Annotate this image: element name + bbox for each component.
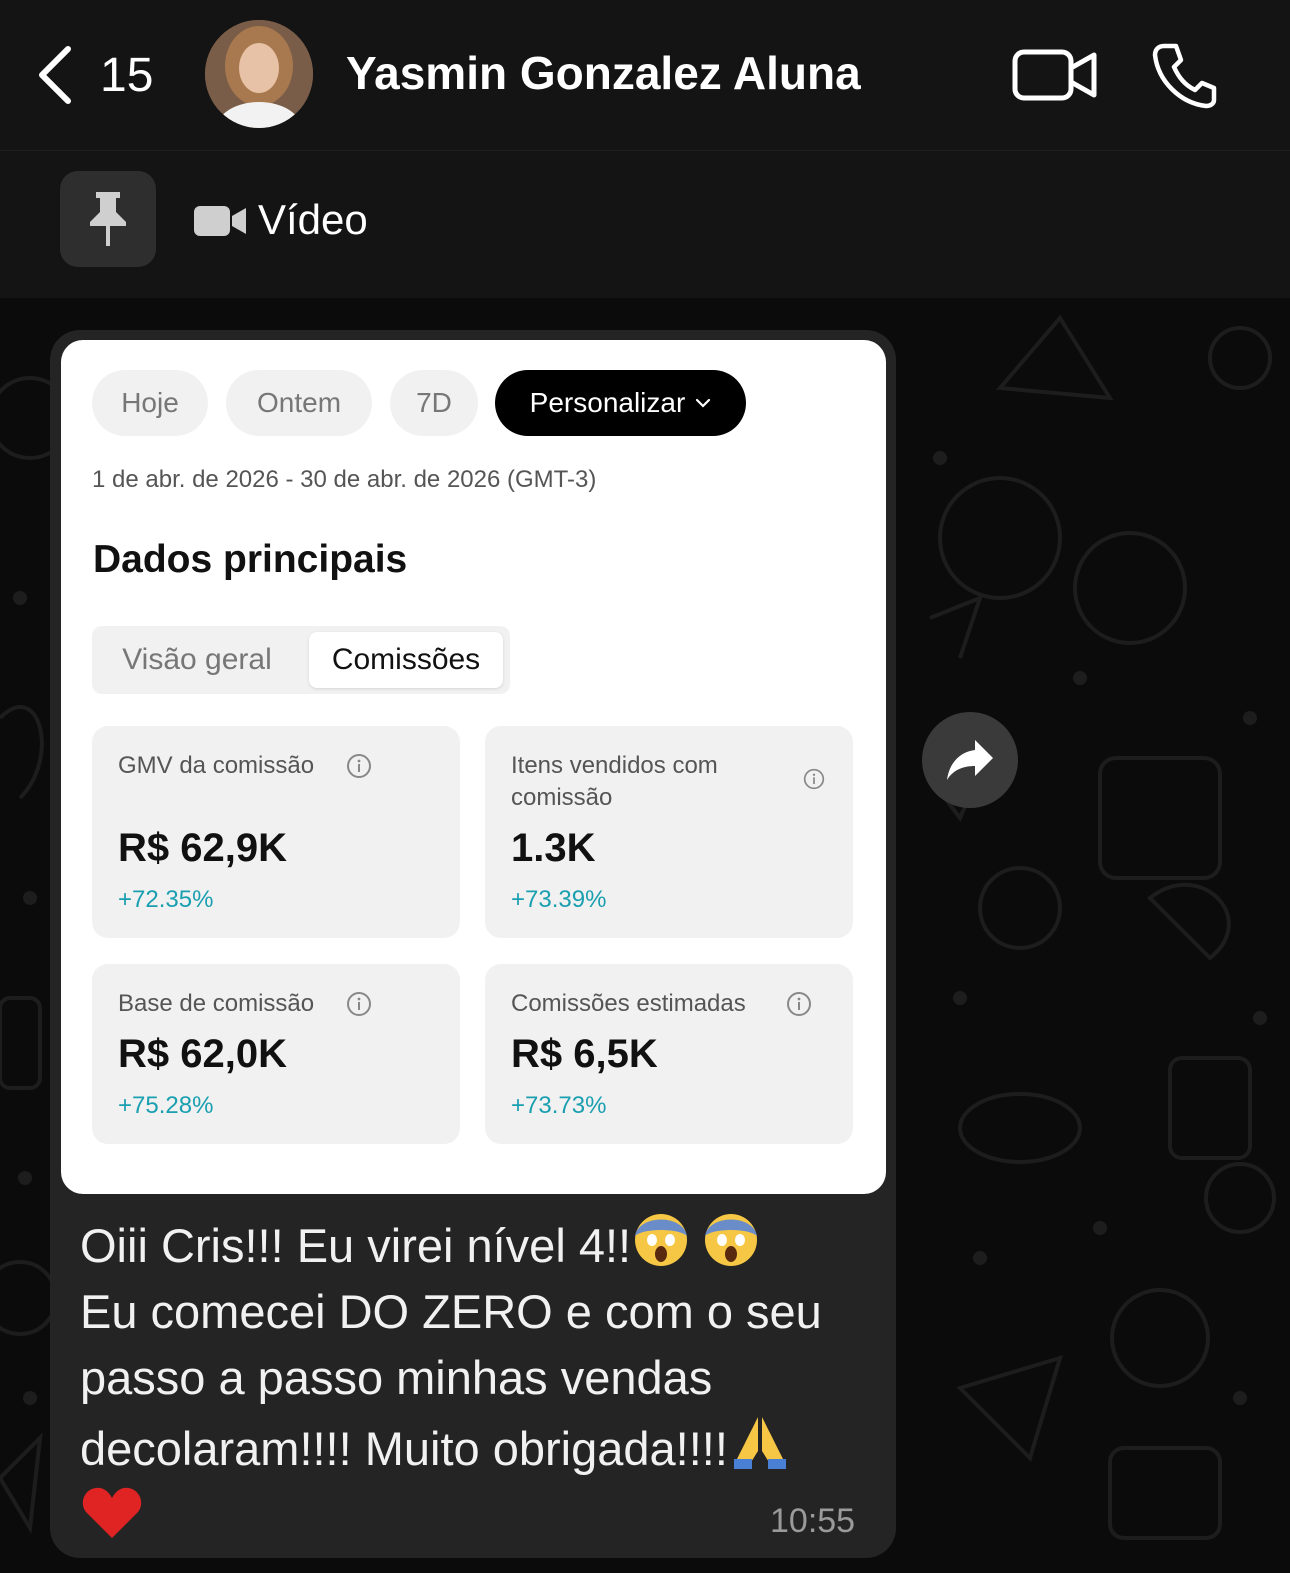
unread-count: 15 (100, 48, 154, 102)
section-title: Dados principais (93, 538, 408, 581)
avatar-image (205, 20, 313, 128)
metric-delta: +73.39% (511, 886, 607, 913)
info-icon[interactable] (786, 991, 812, 1017)
tab-visao-geral[interactable]: Visão geral (92, 632, 302, 688)
pin-button[interactable] (60, 171, 156, 267)
date-range: 1 de abr. de 2026 - 30 de abr. de 2026 (… (92, 466, 597, 493)
metric-value: 1.3K (511, 826, 596, 870)
tab-comissoes[interactable]: Comissões (309, 632, 503, 688)
metric-label: Base de comissão (118, 990, 315, 1017)
chip-7d[interactable]: 7D (390, 370, 478, 436)
message-line-1: Oiii Cris!!! Eu virei nível 4!! (80, 1219, 632, 1272)
metric-card-itens: Itens vendidos com comissão 1.3K +73.39% (485, 726, 853, 938)
metric-value: R$ 62,9K (118, 826, 287, 870)
metric-label: Comissões estimadas (511, 990, 746, 1017)
info-icon[interactable] (803, 768, 825, 790)
video-call-button[interactable] (1012, 40, 1098, 110)
message-line-2: Eu comecei DO ZERO e com o seu passo a p… (80, 1285, 822, 1475)
chevron-left-icon (39, 46, 71, 104)
pinned-message-bar[interactable]: Vídeo (0, 150, 1290, 299)
video-camera-icon (1012, 49, 1097, 101)
message-timestamp: 10:55 (770, 1502, 856, 1540)
metric-card-estimadas: Comissões estimadas R$ 6,5K +73.73% (485, 964, 853, 1144)
chat-header: 15 Yasmin Gonzalez Aluna (0, 0, 1290, 150)
metric-card-base: Base de comissão R$ 62,0K +75.28% (92, 964, 460, 1144)
phone-icon (1152, 43, 1217, 109)
voice-call-button[interactable] (1150, 40, 1218, 110)
scream-emoji-icon (705, 1214, 758, 1266)
avatar[interactable] (205, 20, 313, 128)
chip-ontem[interactable]: Ontem (226, 370, 372, 436)
metric-card-gmv: GMV da comissão R$ 62,9K +72.35% (92, 726, 460, 938)
metric-delta: +72.35% (118, 886, 214, 913)
segmented-tabs: Visão geral Comissões (92, 626, 510, 694)
metric-delta: +75.28% (118, 1092, 214, 1119)
message-text: Oiii Cris!!! Eu virei nível 4!! Eu comec… (80, 1208, 880, 1553)
forward-button[interactable] (922, 712, 1018, 808)
back-button[interactable]: 15 (34, 40, 174, 110)
chip-personalizar-label: Personalizar (529, 387, 686, 418)
metric-value: R$ 62,0K (118, 1032, 287, 1076)
chevron-down-icon (696, 398, 711, 408)
metric-label: Itens vendidos com comissão (511, 752, 718, 811)
metric-label: GMV da comissão (118, 752, 315, 779)
contact-name[interactable]: Yasmin Gonzalez Aluna (346, 46, 861, 100)
red-heart-emoji-icon (82, 1487, 142, 1538)
video-icon (194, 206, 246, 236)
folded-hands-emoji-icon (733, 1417, 786, 1469)
forward-icon (947, 740, 993, 780)
pin-icon (90, 192, 126, 246)
metric-delta: +73.73% (511, 1092, 607, 1119)
info-icon[interactable] (346, 991, 372, 1017)
info-icon[interactable] (346, 753, 372, 779)
chip-personalizar[interactable]: Personalizar (495, 370, 746, 436)
chip-hoje[interactable]: Hoje (92, 370, 208, 436)
scream-emoji-icon (635, 1214, 688, 1266)
shared-image[interactable]: Hoje Ontem 7D Personalizar 1 de abr. de … (61, 340, 886, 1194)
pinned-label: Vídeo (258, 196, 368, 243)
metric-value: R$ 6,5K (511, 1032, 658, 1076)
